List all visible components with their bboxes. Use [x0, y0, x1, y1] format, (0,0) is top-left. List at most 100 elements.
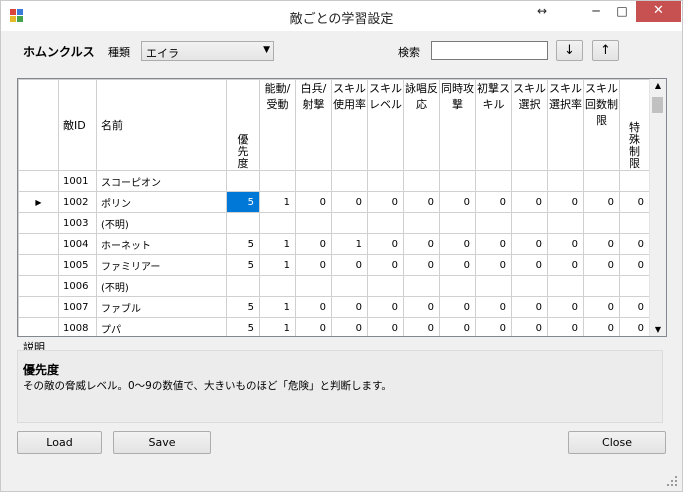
cell-value[interactable]	[259, 170, 296, 192]
cell-value[interactable]: 0	[331, 317, 368, 336]
cell-value[interactable]: 0	[295, 233, 332, 255]
cell-value[interactable]: 0	[475, 254, 512, 276]
cell-value[interactable]: 0	[439, 233, 476, 255]
cell-value[interactable]: 0	[511, 317, 548, 336]
cell-value[interactable]	[547, 170, 584, 192]
cell-value[interactable]: 0	[403, 254, 440, 276]
cell-value[interactable]	[547, 212, 584, 234]
cell-value[interactable]: 0	[547, 317, 584, 336]
column-header-12[interactable]: スキル回数制限	[583, 79, 620, 171]
row-header[interactable]	[18, 317, 59, 336]
cell-value[interactable]: 1	[259, 296, 296, 318]
cell-value[interactable]	[367, 170, 404, 192]
cell-enemy-id[interactable]: 1004	[58, 233, 97, 255]
cell-value[interactable]: 0	[403, 317, 440, 336]
type-select[interactable]: エイラ ▼	[141, 41, 274, 61]
cell-enemy-id[interactable]: 1005	[58, 254, 97, 276]
table-row[interactable]: ▶ 1002 ポリン 5 1 0 0 0 0 0 0 0 0 0 0	[18, 191, 650, 213]
cell-value[interactable]: 5	[226, 191, 260, 213]
table-row[interactable]: 1007 ファブル 5 1 0 0 0 0 0 0 0 0 0 0	[18, 296, 650, 318]
search-input[interactable]	[431, 41, 548, 60]
grid-vertical-scrollbar[interactable]: ▲ ▼	[649, 79, 666, 336]
cell-value[interactable]: 0	[295, 254, 332, 276]
cell-value[interactable]: 0	[367, 233, 404, 255]
cell-value[interactable]: 0	[439, 254, 476, 276]
row-header[interactable]	[18, 170, 59, 192]
row-header[interactable]	[18, 296, 59, 318]
table-row[interactable]: 1006 (不明)	[18, 275, 650, 297]
cell-value[interactable]	[511, 170, 548, 192]
cell-value[interactable]: 0	[367, 254, 404, 276]
enemy-grid[interactable]: 敵ID 名前 優先度 能動/受動 白兵/射撃 スキル使用率 スキルレベル 詠唱反応 同時攻撃 初撃…	[17, 78, 667, 337]
cell-value[interactable]: 1	[331, 233, 368, 255]
row-header[interactable]	[18, 254, 59, 276]
cell-enemy-name[interactable]: スコーピオン	[96, 170, 227, 192]
column-header-6[interactable]: スキルレベル	[367, 79, 404, 171]
table-row[interactable]: 1008 プパ 5 1 0 0 0 0 0 0 0 0 0 0	[18, 317, 650, 336]
cell-value[interactable]: 5	[226, 233, 260, 255]
cell-value[interactable]	[259, 212, 296, 234]
cell-value[interactable]: 0	[475, 191, 512, 213]
cell-value[interactable]: 0	[511, 296, 548, 318]
table-row[interactable]: 1001 スコーピオン	[18, 170, 650, 192]
cell-value[interactable]	[331, 212, 368, 234]
column-header-5[interactable]: スキル使用率	[331, 79, 368, 171]
row-header[interactable]	[18, 212, 59, 234]
column-header-8[interactable]: 同時攻撃	[439, 79, 476, 171]
cell-value[interactable]	[403, 275, 440, 297]
cell-value[interactable]: 0	[547, 254, 584, 276]
cell-value[interactable]	[439, 170, 476, 192]
cell-value[interactable]: 0	[619, 296, 650, 318]
cell-enemy-name[interactable]: ファブル	[96, 296, 227, 318]
search-up-button[interactable]: ↑	[592, 40, 619, 61]
save-button[interactable]: Save	[113, 431, 211, 454]
search-down-button[interactable]: ↓	[556, 40, 583, 61]
cell-value[interactable]: 1	[259, 233, 296, 255]
cell-value[interactable]	[403, 212, 440, 234]
cell-value[interactable]	[475, 170, 512, 192]
cell-value[interactable]	[331, 170, 368, 192]
column-header-10[interactable]: スキル選択	[511, 79, 548, 171]
cell-enemy-id[interactable]: 1002	[58, 191, 97, 213]
cell-value[interactable]: 1	[259, 191, 296, 213]
resize-grip-icon[interactable]	[667, 476, 677, 486]
scroll-up-icon[interactable]: ▲	[650, 81, 666, 90]
cell-value[interactable]	[583, 212, 620, 234]
cell-value[interactable]: 5	[226, 254, 260, 276]
cell-value[interactable]: 0	[331, 254, 368, 276]
cell-enemy-name[interactable]: ファミリアー	[96, 254, 227, 276]
cell-value[interactable]: 1	[259, 254, 296, 276]
scroll-thumb[interactable]	[652, 97, 663, 113]
cell-value[interactable]	[226, 170, 260, 192]
cell-value[interactable]	[583, 170, 620, 192]
cell-value[interactable]: 0	[619, 191, 650, 213]
cell-enemy-name[interactable]: ポリン	[96, 191, 227, 213]
scroll-down-icon[interactable]: ▼	[650, 325, 666, 334]
cell-value[interactable]	[295, 170, 332, 192]
close-window-button[interactable]: ✕	[636, 1, 681, 22]
cell-value[interactable]: 5	[226, 296, 260, 318]
maximize-button[interactable]: □	[609, 1, 635, 22]
cell-value[interactable]	[619, 212, 650, 234]
cell-value[interactable]: 0	[547, 233, 584, 255]
cell-value[interactable]: 0	[475, 233, 512, 255]
cell-value[interactable]	[367, 212, 404, 234]
cell-value[interactable]: 0	[583, 317, 620, 336]
column-header-9[interactable]: 初撃スキル	[475, 79, 512, 171]
cell-value[interactable]: 0	[583, 191, 620, 213]
cell-value[interactable]: 0	[367, 191, 404, 213]
cell-value[interactable]: 0	[295, 317, 332, 336]
cell-value[interactable]	[511, 212, 548, 234]
cell-value[interactable]: 0	[403, 233, 440, 255]
cell-value[interactable]: 0	[475, 296, 512, 318]
cell-value[interactable]: 0	[583, 296, 620, 318]
cell-value[interactable]: 5	[226, 317, 260, 336]
column-header-2[interactable]: 優先度	[226, 79, 260, 171]
cell-value[interactable]: 0	[511, 233, 548, 255]
load-button[interactable]: Load	[17, 431, 102, 454]
table-row[interactable]: 1005 ファミリアー 5 1 0 0 0 0 0 0 0 0 0 0	[18, 254, 650, 276]
cell-value[interactable]: 0	[403, 191, 440, 213]
cell-value[interactable]	[475, 275, 512, 297]
cell-value[interactable]: 0	[547, 191, 584, 213]
cell-enemy-id[interactable]: 1006	[58, 275, 97, 297]
